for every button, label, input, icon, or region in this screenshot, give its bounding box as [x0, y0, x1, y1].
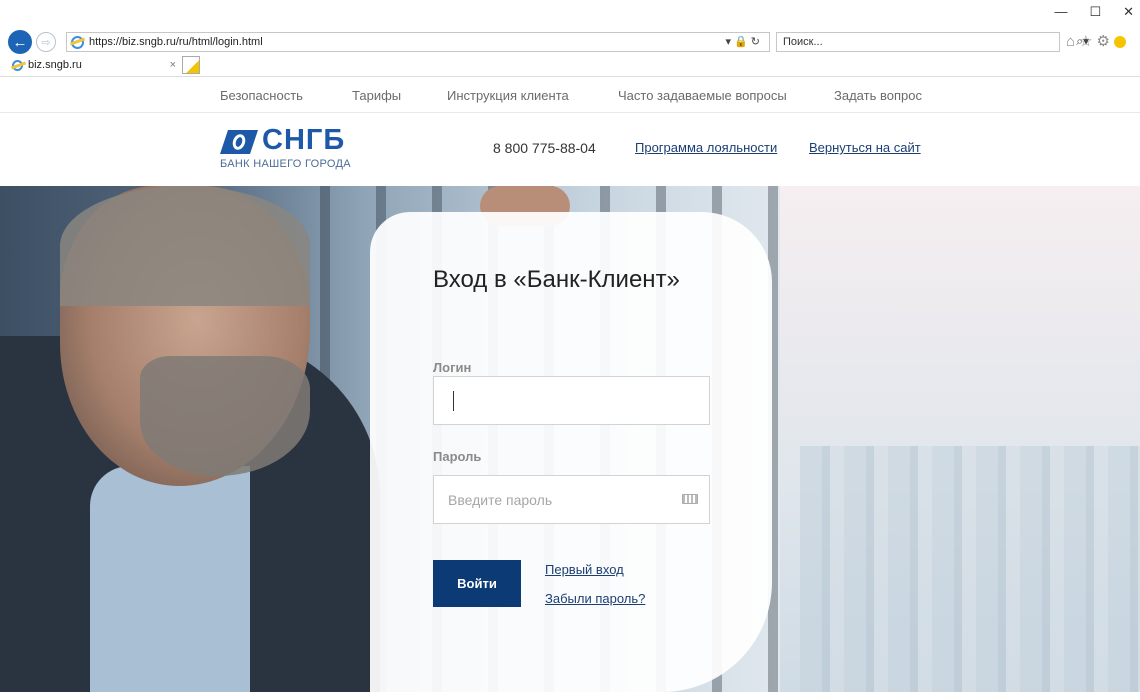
- nav-item-faq[interactable]: Часто задаваемые вопросы: [618, 88, 787, 103]
- city-skyline: [800, 446, 1140, 692]
- new-tab-icon[interactable]: [182, 56, 200, 74]
- feedback-smiley-icon[interactable]: [1113, 36, 1126, 49]
- password-label: Пароль: [433, 449, 482, 464]
- tab-favicon-icon: [12, 59, 23, 71]
- site-favicon-icon: [71, 35, 84, 49]
- browser-toolbar: — ☐ ✕ ← ⇨ https://biz.sngb.ru/ru/html/lo…: [0, 0, 1140, 56]
- dropdown-icon[interactable]: ▾: [726, 36, 735, 48]
- forward-arrow-icon: ⇨: [41, 36, 51, 49]
- back-arrow-icon: ←: [12, 33, 28, 51]
- maximize-icon[interactable]: ☐: [1089, 4, 1101, 20]
- nav-item-tariffs[interactable]: Тарифы: [352, 88, 401, 103]
- nav-item-client-guide[interactable]: Инструкция клиента: [447, 88, 569, 103]
- sngb-logo-icon[interactable]: [220, 130, 258, 154]
- nav-item-ask-question[interactable]: Задать вопрос: [834, 88, 922, 103]
- first-login-link[interactable]: Первый вход: [545, 562, 624, 577]
- minimize-icon[interactable]: —: [1054, 4, 1067, 20]
- tab-close-icon[interactable]: ×: [170, 59, 176, 71]
- person-shirt: [90, 466, 250, 692]
- browser-tools: ⌂☆⚙: [1066, 32, 1126, 50]
- search-placeholder: Поиск...: [783, 36, 823, 48]
- logo-text[interactable]: СНГБ: [262, 124, 345, 157]
- settings-gear-icon[interactable]: ⚙: [1097, 33, 1114, 50]
- person-hair: [60, 186, 310, 306]
- keyboard-icon[interactable]: [682, 494, 698, 504]
- page-bottom-strip: [0, 692, 1140, 700]
- phone-number: 8 800 775-88-04: [493, 140, 596, 156]
- address-tools: ▾🔒↻: [726, 35, 763, 48]
- logo-tagline: БАНК НАШЕГО ГОРОДА: [220, 158, 351, 170]
- home-icon[interactable]: ⌂: [1066, 33, 1079, 50]
- close-window-icon[interactable]: ✕: [1123, 4, 1134, 20]
- text-caret: [453, 391, 454, 411]
- nav-item-security[interactable]: Безопасность: [220, 88, 303, 103]
- site-top-nav: Безопасность Тарифы Инструкция клиента Ч…: [0, 77, 1140, 113]
- login-input[interactable]: [433, 376, 710, 425]
- address-bar[interactable]: https://biz.sngb.ru/ru/html/login.html ▾…: [66, 32, 770, 52]
- forgot-password-link[interactable]: Забыли пароль?: [545, 591, 645, 606]
- forward-button[interactable]: ⇨: [36, 32, 56, 52]
- search-box[interactable]: Поиск... ⌕▾: [776, 32, 1089, 52]
- back-to-site-link[interactable]: Вернуться на сайт: [809, 140, 921, 155]
- tab-title: biz.sngb.ru: [28, 59, 82, 71]
- favorites-star-icon[interactable]: ☆: [1079, 33, 1096, 50]
- back-button[interactable]: ←: [8, 30, 32, 54]
- loyalty-program-link[interactable]: Программа лояльности: [635, 140, 777, 155]
- refresh-icon[interactable]: ↻: [751, 36, 763, 48]
- login-submit-button[interactable]: Войти: [433, 560, 521, 607]
- window-controls: — ☐ ✕: [1054, 4, 1134, 20]
- login-title: Вход в «Банк-Клиент»: [433, 266, 680, 293]
- browser-tab[interactable]: biz.sngb.ru ×: [6, 56, 182, 76]
- lock-icon[interactable]: 🔒: [734, 36, 751, 48]
- password-input[interactable]: [433, 475, 710, 524]
- login-label: Логин: [433, 360, 472, 375]
- address-url: https://biz.sngb.ru/ru/html/login.html: [89, 36, 263, 48]
